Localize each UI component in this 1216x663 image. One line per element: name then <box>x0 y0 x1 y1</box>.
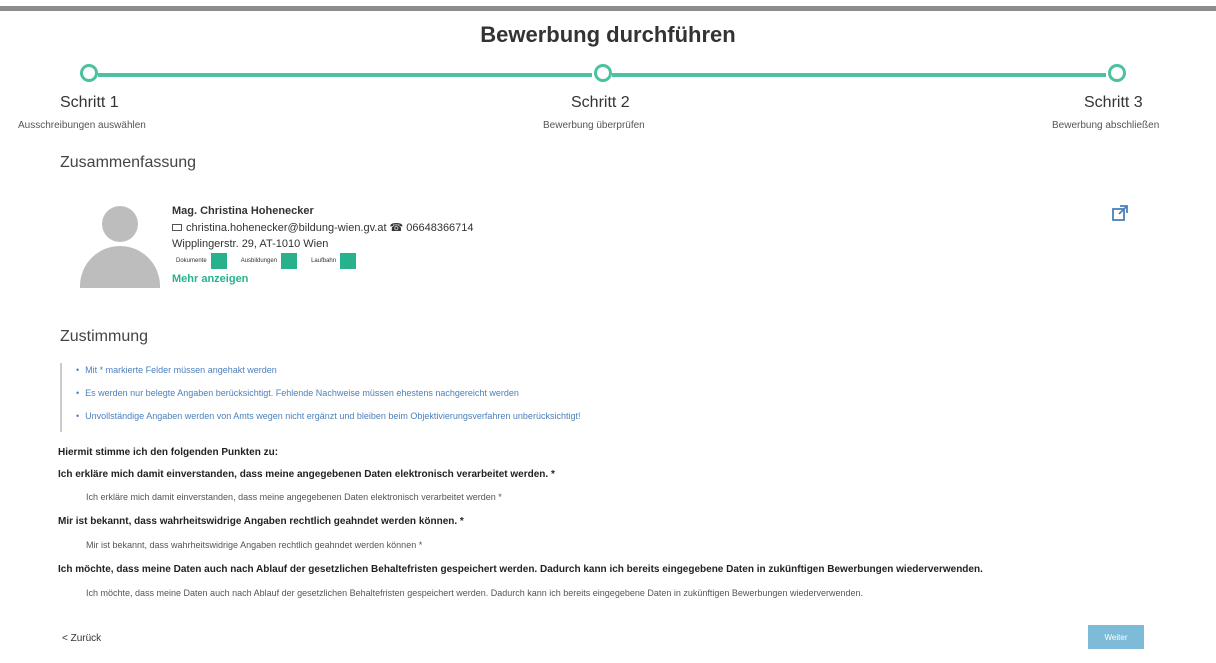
consent-item-title: Mir ist bekannt, dass wahrheitswidrige A… <box>58 516 464 527</box>
next-button[interactable]: Weiter <box>1088 625 1144 649</box>
avatar <box>76 204 164 288</box>
avatar-head <box>102 206 138 242</box>
consent-item-title: Ich erkläre mich damit einverstanden, da… <box>58 469 555 480</box>
step-2-title: Schritt 2 <box>571 94 630 111</box>
consent-checkbox-label[interactable]: Ich möchte, dass meine Daten auch nach A… <box>86 588 863 598</box>
profile-phone: 06648366714 <box>406 221 474 234</box>
info-note: Es werden nur belegte Angaben berücksich… <box>76 386 580 409</box>
consent-heading: Zustimmung <box>60 328 149 345</box>
profile-email[interactable]: christina.hohenecker@bildung-wien.gv.at <box>186 222 387 234</box>
back-link[interactable]: < Zurück <box>62 633 101 644</box>
profile-card: Mag. Christina Hohenecker christina.hohe… <box>172 205 474 285</box>
stepper-line-2 <box>612 73 1106 77</box>
external-link-icon[interactable] <box>1112 205 1128 221</box>
more-link[interactable]: Mehr anzeigen <box>172 273 474 285</box>
badge-ausbildungen[interactable] <box>281 253 298 269</box>
step-3-circle[interactable] <box>1108 64 1126 82</box>
step-3-subtitle: Bewerbung abschließen <box>1052 120 1160 131</box>
consent-intro: Hiermit stimme ich den folgenden Punkten… <box>58 447 279 458</box>
badge-dokumente[interactable] <box>210 253 227 269</box>
badge-label-dokumente: Dokumente <box>176 258 207 264</box>
consent-item-title: Ich möchte, dass meine Daten auch nach A… <box>58 564 983 575</box>
step-2-subtitle: Bewerbung überprüfen <box>543 120 645 131</box>
profile-address: Wipplingerstr. 29, AT-1010 Wien <box>172 238 329 250</box>
badge-label-laufbahn: Laufbahn <box>311 258 337 264</box>
profile-badges: Dokumente Ausbildungen Laufbahn <box>172 253 474 269</box>
top-bar <box>0 0 1216 14</box>
avatar-body <box>80 246 160 288</box>
info-notes: Mit * markierte Felder müssen angehakt w… <box>60 363 580 432</box>
step-2-circle[interactable] <box>594 64 612 82</box>
step-3-title: Schritt 3 <box>1084 94 1143 111</box>
info-note: Mit * markierte Felder müssen angehakt w… <box>76 363 580 386</box>
profile-name: Mag. Christina Hohenecker <box>172 205 314 217</box>
phone-icon: ☎ <box>389 222 404 234</box>
step-1-subtitle: Ausschreibungen auswählen <box>18 120 146 131</box>
consent-checkbox-label[interactable]: Ich erkläre mich damit einverstanden, da… <box>86 492 502 502</box>
step-1-circle[interactable] <box>80 64 98 82</box>
envelope-icon <box>172 224 182 231</box>
info-note: Unvollständige Angaben werden von Amts w… <box>76 409 580 432</box>
top-bar-strip <box>0 6 1216 11</box>
contact-line: christina.hohenecker@bildung-wien.gv.at … <box>172 221 474 234</box>
step-1-title: Schritt 1 <box>60 94 119 111</box>
badge-label-ausbildungen: Ausbildungen <box>240 258 278 264</box>
stepper-line-1 <box>98 73 592 77</box>
summary-heading: Zusammenfassung <box>60 154 197 171</box>
badge-laufbahn[interactable] <box>340 253 357 269</box>
consent-checkbox-label[interactable]: Mir ist bekannt, dass wahrheitswidrige A… <box>86 540 422 550</box>
page-title: Bewerbung durchführen <box>480 22 736 47</box>
